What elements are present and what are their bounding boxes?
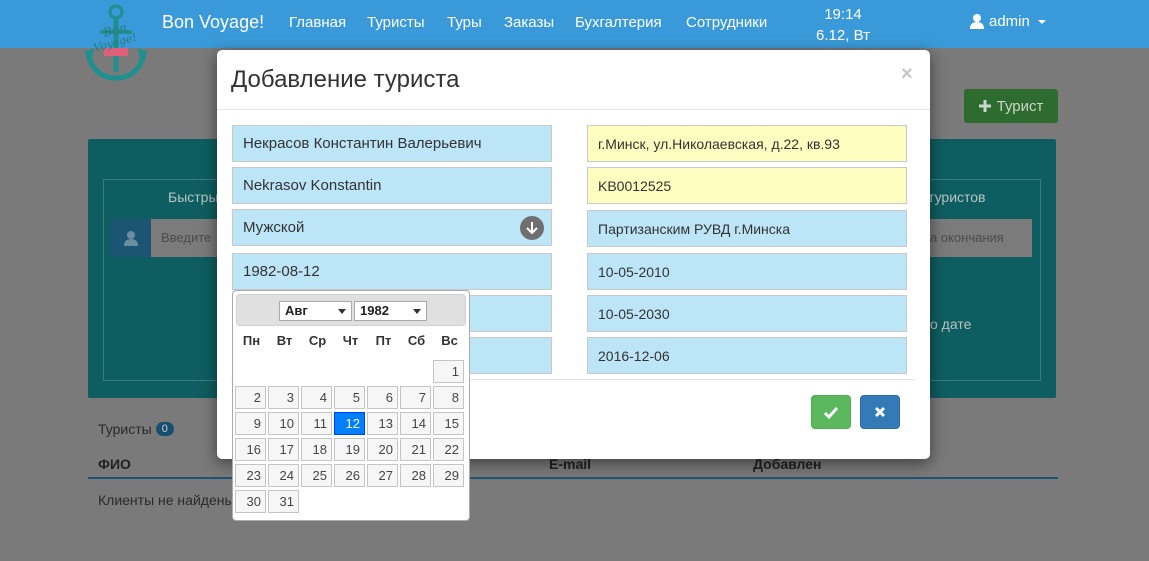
day-cell[interactable]: 26 (334, 464, 365, 487)
weekday-header: Вс (441, 333, 458, 348)
chevron-down-icon (338, 309, 346, 314)
day-cell[interactable]: 1 (433, 360, 464, 383)
day-cell[interactable]: 6 (367, 386, 398, 409)
weekday-header: Пт (375, 333, 392, 348)
day-cell[interactable]: 23 (235, 464, 266, 487)
month-select[interactable]: Авг (279, 301, 352, 321)
day-cell[interactable]: 25 (301, 464, 332, 487)
weekday-header: Вт (276, 333, 293, 348)
confirm-button[interactable] (811, 395, 851, 429)
expiry-date-field[interactable]: 10-05-2030 (587, 295, 907, 332)
user-input-addon (111, 219, 151, 257)
chevron-down-icon (413, 309, 421, 314)
day-cell[interactable]: 11 (301, 412, 332, 435)
day-cell[interactable]: 3 (268, 386, 299, 409)
day-cell[interactable]: 28 (400, 464, 431, 487)
weekday-header: Пн (242, 333, 261, 348)
day-cell[interactable]: 2 (235, 386, 266, 409)
month-value: Авг (285, 303, 308, 318)
day-cell[interactable]: 14 (400, 412, 431, 435)
day-cell[interactable]: 17 (268, 438, 299, 461)
full-name-field[interactable]: Некрасов Константин Валерьевич (232, 125, 552, 162)
weekday-header: Сб (407, 333, 426, 348)
close-icon (874, 406, 886, 418)
empty-table-message: Клиенты не найдены (98, 492, 235, 508)
brand-link[interactable]: Bon Voyage! (162, 12, 264, 33)
address-field[interactable]: г.Минск, ул.Николаевская, д.22, кв.93 (587, 125, 907, 162)
day-cell[interactable]: 16 (235, 438, 266, 461)
tourists-heading: Туристы 0 (98, 421, 174, 437)
checkmark-icon (823, 406, 839, 419)
day-cell[interactable]: 13 (367, 412, 398, 435)
add-tourist-label: Турист (996, 97, 1044, 115)
by-date-label: о дате (930, 316, 972, 332)
datepicker: Авг 1982 Пн Вт Ср Чт Пт Сб Вс 1 2 3 4 5 6 7 8 9 10 11 12 1… (232, 290, 470, 521)
gender-value: Мужской (243, 219, 305, 236)
add-tourist-button[interactable]: Турист (964, 89, 1058, 123)
day-cell[interactable]: 15 (433, 412, 464, 435)
day-cell[interactable]: 19 (334, 438, 365, 461)
issued-by-field[interactable]: Партизанским РУВД г.Минска (587, 210, 907, 247)
day-cell[interactable]: 5 (334, 386, 365, 409)
clock-time: 19:14 (824, 6, 862, 23)
nav-employees[interactable]: Сотрудники (686, 14, 767, 31)
day-cell[interactable]: 27 (367, 464, 398, 487)
end-date-input[interactable]: а окончания (928, 219, 1032, 257)
datepicker-header: Авг 1982 (236, 294, 466, 326)
tourists-count-badge: 0 (155, 422, 174, 436)
close-icon[interactable]: × (901, 63, 913, 86)
day-cell[interactable]: 9 (235, 412, 266, 435)
day-cell[interactable]: 20 (367, 438, 398, 461)
weekday-header: Чт (342, 333, 359, 348)
day-cell[interactable]: 31 (268, 490, 299, 513)
registration-date-field[interactable]: 2016-12-06 (587, 337, 907, 374)
modal-title: Добавление туриста (231, 66, 460, 93)
nav-orders[interactable]: Заказы (504, 14, 554, 31)
selected-day-cell[interactable]: 12 (334, 412, 365, 435)
column-header-name[interactable]: ФИО (98, 456, 131, 472)
user-icon (970, 14, 984, 29)
issue-date-field[interactable]: 10-05-2010 (587, 253, 907, 290)
user-name: admin (989, 13, 1030, 30)
tourists-heading-label: Туристы (98, 421, 152, 437)
user-icon (124, 230, 138, 246)
year-value: 1982 (360, 303, 389, 318)
nav-tourists[interactable]: Туристы (367, 14, 425, 31)
quick-search-label: Быстры (168, 189, 219, 205)
day-cell[interactable]: 7 (400, 386, 431, 409)
day-cell[interactable]: 29 (433, 464, 464, 487)
gender-select[interactable]: Мужской (232, 209, 552, 246)
cancel-button[interactable] (860, 395, 900, 429)
plus-icon (978, 100, 991, 112)
nav-home[interactable]: Главная (289, 14, 346, 31)
anchor-logo-icon: Bon Voyage! (84, 4, 148, 81)
day-cell[interactable]: 22 (433, 438, 464, 461)
year-select[interactable]: 1982 (354, 301, 427, 321)
latin-name-field[interactable]: Nekrasov Konstantin (232, 167, 552, 204)
clock: 19:14 6.12, Вт (812, 4, 874, 46)
arrow-down-circle-icon[interactable] (520, 216, 544, 240)
day-cell[interactable]: 8 (433, 386, 464, 409)
user-menu[interactable]: admin (970, 13, 1046, 30)
tourist-filter-label: туристов (928, 189, 986, 205)
birth-date-field[interactable]: 1982-08-12 (232, 253, 552, 290)
day-cell[interactable]: 24 (268, 464, 299, 487)
clock-date: 6.12, Вт (816, 27, 870, 44)
chevron-down-icon (1037, 19, 1046, 24)
day-cell[interactable]: 18 (301, 438, 332, 461)
day-cell[interactable]: 21 (400, 438, 431, 461)
modal-header-divider (217, 109, 930, 110)
nav-tours[interactable]: Туры (447, 14, 482, 31)
day-cell[interactable]: 10 (268, 412, 299, 435)
passport-number-field[interactable]: KB0012525 (587, 167, 907, 204)
weekday-header: Ср (308, 333, 327, 348)
nav-accounting[interactable]: Бухгалтерия (575, 14, 662, 31)
day-cell[interactable]: 4 (301, 386, 332, 409)
day-cell[interactable]: 30 (235, 490, 266, 513)
navbar: Bon Voyage! Bon Voyage! Главная Туристы … (0, 0, 1149, 81)
